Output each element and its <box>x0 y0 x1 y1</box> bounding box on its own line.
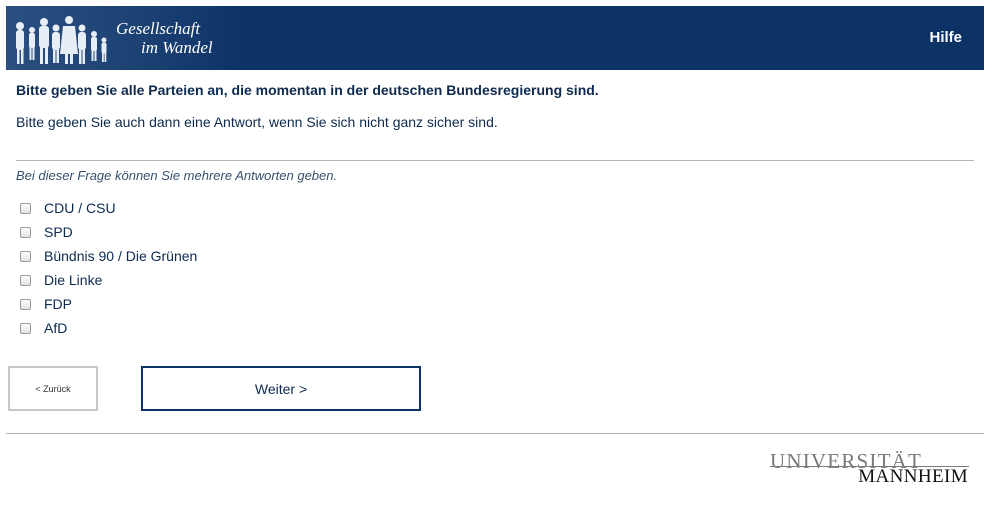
uni-logo-line2: MANNHEIM <box>858 466 968 487</box>
footer-divider <box>6 433 984 434</box>
option-label: FDP <box>44 296 72 312</box>
option-label: Bündnis 90 / Die Grünen <box>44 248 198 264</box>
option-label: CDU / CSU <box>44 200 116 216</box>
option-afd[interactable]: AfD <box>20 316 197 340</box>
gesellschaft-im-wandel-logo: Gesellschaft im Wandel <box>6 6 246 70</box>
answer-options: CDU / CSU SPD Bündnis 90 / Die Grünen Di… <box>20 196 197 340</box>
checkbox[interactable] <box>20 274 31 286</box>
option-cdu-csu[interactable]: CDU / CSU <box>20 196 197 220</box>
people-silhouettes-icon <box>16 16 107 64</box>
question-hint: Bitte geben Sie auch dann eine Antwort, … <box>16 114 498 130</box>
option-label: Die Linke <box>44 272 103 288</box>
help-link[interactable]: Hilfe <box>929 29 962 46</box>
logo-title-line2: im Wandel <box>141 38 213 57</box>
option-label: AfD <box>44 320 68 336</box>
option-die-linke[interactable]: Die Linke <box>20 268 197 292</box>
option-spd[interactable]: SPD <box>20 220 197 244</box>
universitaet-mannheim-logo: UNIVERSITÄT MANNHEIM <box>770 449 970 489</box>
divider <box>16 160 974 161</box>
logo-title-line1: Gesellschaft <box>116 19 201 38</box>
checkbox[interactable] <box>20 226 31 238</box>
logo-title: Gesellschaft im Wandel <box>116 19 213 57</box>
header-bar: Gesellschaft im Wandel Hilfe <box>6 6 984 70</box>
checkbox[interactable] <box>20 298 31 310</box>
option-label: SPD <box>44 224 73 240</box>
back-button[interactable]: < Zurück <box>8 366 98 411</box>
option-fdp[interactable]: FDP <box>20 292 197 316</box>
multiple-answers-instruction: Bei dieser Frage können Sie mehrere Antw… <box>16 168 338 183</box>
checkbox[interactable] <box>20 202 31 214</box>
option-buendnis-90-die-gruenen[interactable]: Bündnis 90 / Die Grünen <box>20 244 197 268</box>
question-title: Bitte geben Sie alle Parteien an, die mo… <box>16 82 599 98</box>
checkbox[interactable] <box>20 250 31 262</box>
checkbox[interactable] <box>20 322 31 334</box>
next-button[interactable]: Weiter > <box>141 366 421 411</box>
